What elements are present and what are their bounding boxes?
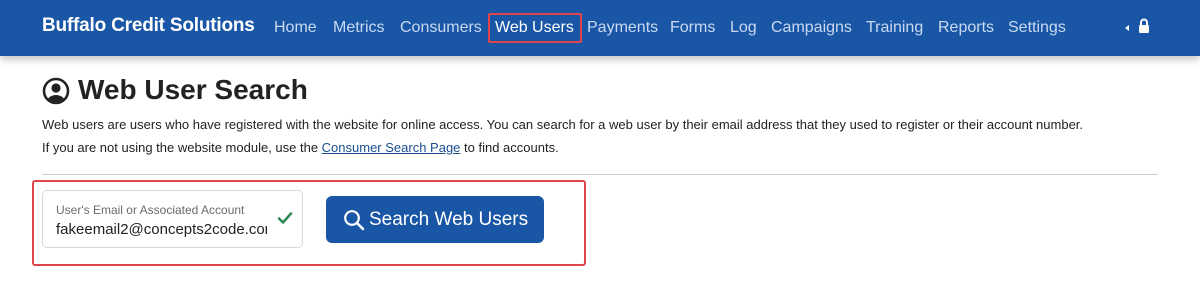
nav-forms[interactable]: Forms [670,19,715,37]
email-input[interactable] [56,219,267,239]
nav-metrics[interactable]: Metrics [333,19,385,37]
check-icon [277,211,293,230]
nav-reports[interactable]: Reports [938,19,994,37]
page-title: Web User Search [78,74,308,105]
caret-left-icon[interactable] [1125,25,1129,31]
nav-campaigns[interactable]: Campaigns [771,19,852,37]
page-description: Web users are users who have registered … [42,117,1084,132]
page-description-line2: If you are not using the website module,… [42,140,559,155]
description-text-end: to find accounts. [460,140,559,155]
search-web-users-button[interactable]: Search Web Users [326,196,544,243]
user-circle-icon [42,77,70,110]
section-divider [42,174,1158,175]
nav-home[interactable]: Home [274,19,317,37]
search-icon [343,209,365,236]
consumer-search-link[interactable]: Consumer Search Page [322,140,461,155]
nav-log[interactable]: Log [730,19,757,37]
email-or-account-field[interactable]: User's Email or Associated Account [42,190,303,248]
email-field-label: User's Email or Associated Account [56,203,245,217]
nav-payments[interactable]: Payments [587,19,658,37]
lock-icon[interactable] [1138,18,1150,39]
brand-logo[interactable]: Buffalo Credit Solutions [42,15,255,37]
nav-consumers[interactable]: Consumers [400,19,482,37]
nav-settings[interactable]: Settings [1008,19,1066,37]
nav-training[interactable]: Training [866,19,923,37]
search-button-label: Search Web Users [369,209,529,230]
top-navbar: Buffalo Credit Solutions Home Metrics Co… [0,0,1200,56]
nav-highlight-box [488,13,582,43]
description-text: If you are not using the website module,… [42,140,322,155]
